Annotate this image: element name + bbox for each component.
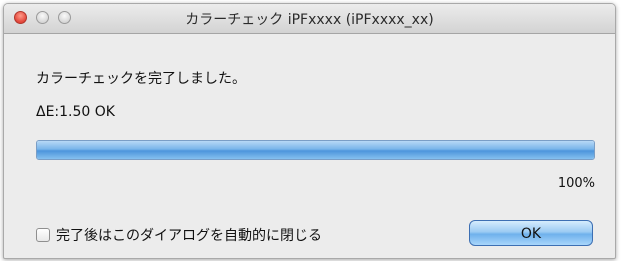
- color-check-dialog: カラーチェック iPFxxxx (iPFxxxx_xx) カラーチェックを完了し…: [3, 3, 616, 259]
- auto-close-checkbox[interactable]: [36, 228, 50, 242]
- auto-close-option[interactable]: 完了後はこのダイアログを自動的に閉じる: [36, 225, 322, 245]
- close-window-icon[interactable]: [14, 11, 27, 24]
- ok-button[interactable]: OK: [469, 220, 593, 246]
- progress-bar: [36, 140, 595, 160]
- progress-percent: 100%: [557, 176, 595, 191]
- window-title: カラーチェック iPFxxxx (iPFxxxx_xx): [185, 12, 434, 28]
- zoom-window-icon[interactable]: [58, 11, 71, 24]
- completion-message: カラーチェックを完了しました。: [36, 71, 246, 87]
- minimize-window-icon[interactable]: [36, 11, 49, 24]
- title-bar: カラーチェック iPFxxxx (iPFxxxx_xx): [4, 4, 615, 34]
- auto-close-label[interactable]: 完了後はこのダイアログを自動的に閉じる: [56, 225, 322, 245]
- progress-fill: [37, 141, 594, 159]
- delta-e-result: ΔE:1.50 OK: [36, 104, 115, 120]
